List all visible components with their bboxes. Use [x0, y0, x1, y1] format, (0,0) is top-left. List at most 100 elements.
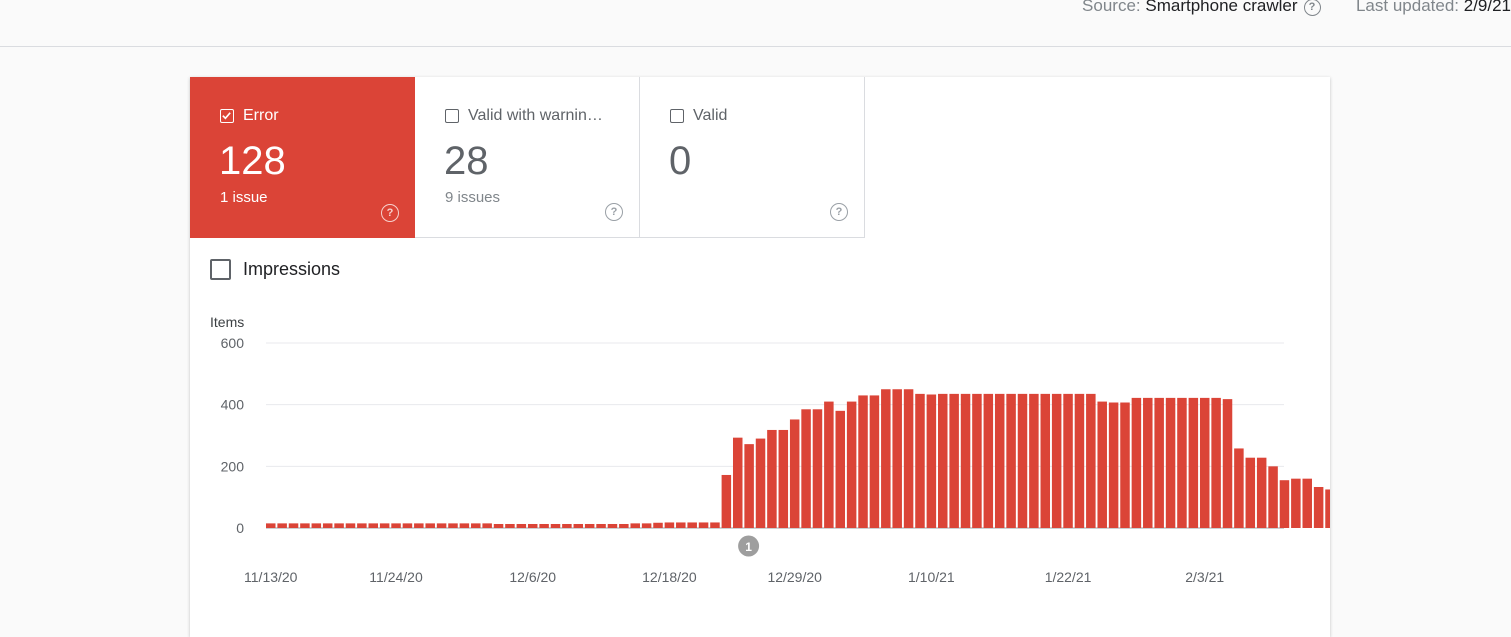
bar [1234, 448, 1244, 528]
bar [1325, 489, 1330, 528]
bar [1302, 478, 1312, 528]
bar [607, 523, 618, 528]
bar [573, 523, 584, 528]
x-tick-label: 1/10/21 [908, 569, 955, 585]
bar [516, 523, 527, 528]
coverage-card: Error 128 1 issue ? Valid with warnin… 2… [190, 77, 1330, 637]
bar [596, 523, 606, 528]
bar [846, 401, 857, 528]
bar [425, 523, 435, 528]
bar [732, 437, 743, 528]
bar [630, 523, 640, 528]
bar [493, 523, 504, 528]
bar [527, 523, 538, 528]
bar [482, 523, 492, 528]
bar [1211, 397, 1221, 528]
bar [994, 393, 1005, 528]
bar [1199, 397, 1210, 528]
bar [778, 429, 789, 528]
bar [801, 409, 811, 528]
source-help-icon[interactable]: ? [1303, 0, 1321, 16]
bar [960, 393, 971, 528]
bar [926, 394, 937, 528]
bar [471, 523, 481, 528]
bar [539, 523, 549, 528]
bar [562, 523, 572, 528]
bar [436, 523, 447, 528]
bar [402, 523, 413, 528]
y-tick-label: 400 [221, 397, 245, 413]
x-tick-label: 11/24/20 [369, 569, 423, 585]
bar [1268, 466, 1278, 528]
bar [1086, 393, 1096, 528]
y-tick-label: 0 [236, 520, 244, 536]
bar [1029, 393, 1039, 528]
bar [755, 438, 766, 528]
bar [915, 393, 925, 528]
bar [698, 522, 709, 528]
bar [1177, 397, 1187, 528]
bar [641, 523, 652, 528]
bar [300, 523, 310, 528]
bar [379, 523, 390, 528]
last-updated-label: Last updated: [1355, 0, 1459, 15]
x-tick-label: 2/3/21 [1185, 569, 1224, 585]
bar [584, 523, 595, 528]
bar [789, 419, 800, 528]
x-tick-label: 12/29/20 [767, 569, 822, 585]
bar [1245, 457, 1256, 528]
bar [903, 389, 914, 528]
bar [345, 523, 356, 528]
bar [288, 523, 299, 528]
bar [266, 523, 276, 528]
bar [1154, 397, 1164, 528]
x-tick-label: 12/6/20 [509, 569, 556, 585]
bar [1051, 393, 1062, 528]
bar [1074, 393, 1085, 528]
source-label: Source: [1082, 0, 1141, 15]
bar [1291, 478, 1301, 528]
y-axis-label: Items [210, 314, 244, 330]
bar [1006, 393, 1016, 528]
bar [938, 393, 948, 528]
bar [1222, 399, 1233, 528]
bar [892, 389, 902, 528]
bar [277, 523, 287, 528]
bar [1040, 393, 1051, 528]
bar [1256, 457, 1267, 528]
bar [1131, 397, 1142, 528]
bar [368, 523, 379, 528]
bar [881, 389, 891, 528]
bar [1108, 402, 1119, 528]
bar [869, 395, 880, 528]
bar [1097, 401, 1107, 528]
bar [972, 393, 982, 528]
top-bar: Source: Smartphone crawler? Last updated… [0, 0, 1511, 47]
bar [619, 523, 629, 528]
bar [322, 523, 333, 528]
bar [1279, 480, 1290, 528]
bar [357, 523, 367, 528]
bar [459, 523, 470, 528]
bar [835, 410, 845, 528]
y-tick-label: 200 [221, 458, 245, 474]
bar [391, 523, 401, 528]
bar [767, 429, 777, 528]
last-updated-value: 2/9/21 [1463, 0, 1511, 15]
source-value: Smartphone crawler [1145, 0, 1298, 15]
bar [1017, 393, 1028, 528]
bar [448, 523, 458, 528]
report-meta: Source: Smartphone crawler? Last updated… [1082, 0, 1511, 16]
bar [710, 522, 720, 528]
bar [505, 523, 515, 528]
bar [311, 523, 322, 528]
bar [1120, 402, 1130, 528]
bar [744, 444, 754, 528]
bar [414, 523, 424, 528]
y-tick-label: 600 [221, 335, 245, 351]
bar [949, 393, 959, 528]
annotation-label: 1 [745, 540, 752, 554]
bar [1188, 397, 1199, 528]
bar [721, 474, 732, 528]
bar [812, 409, 823, 528]
